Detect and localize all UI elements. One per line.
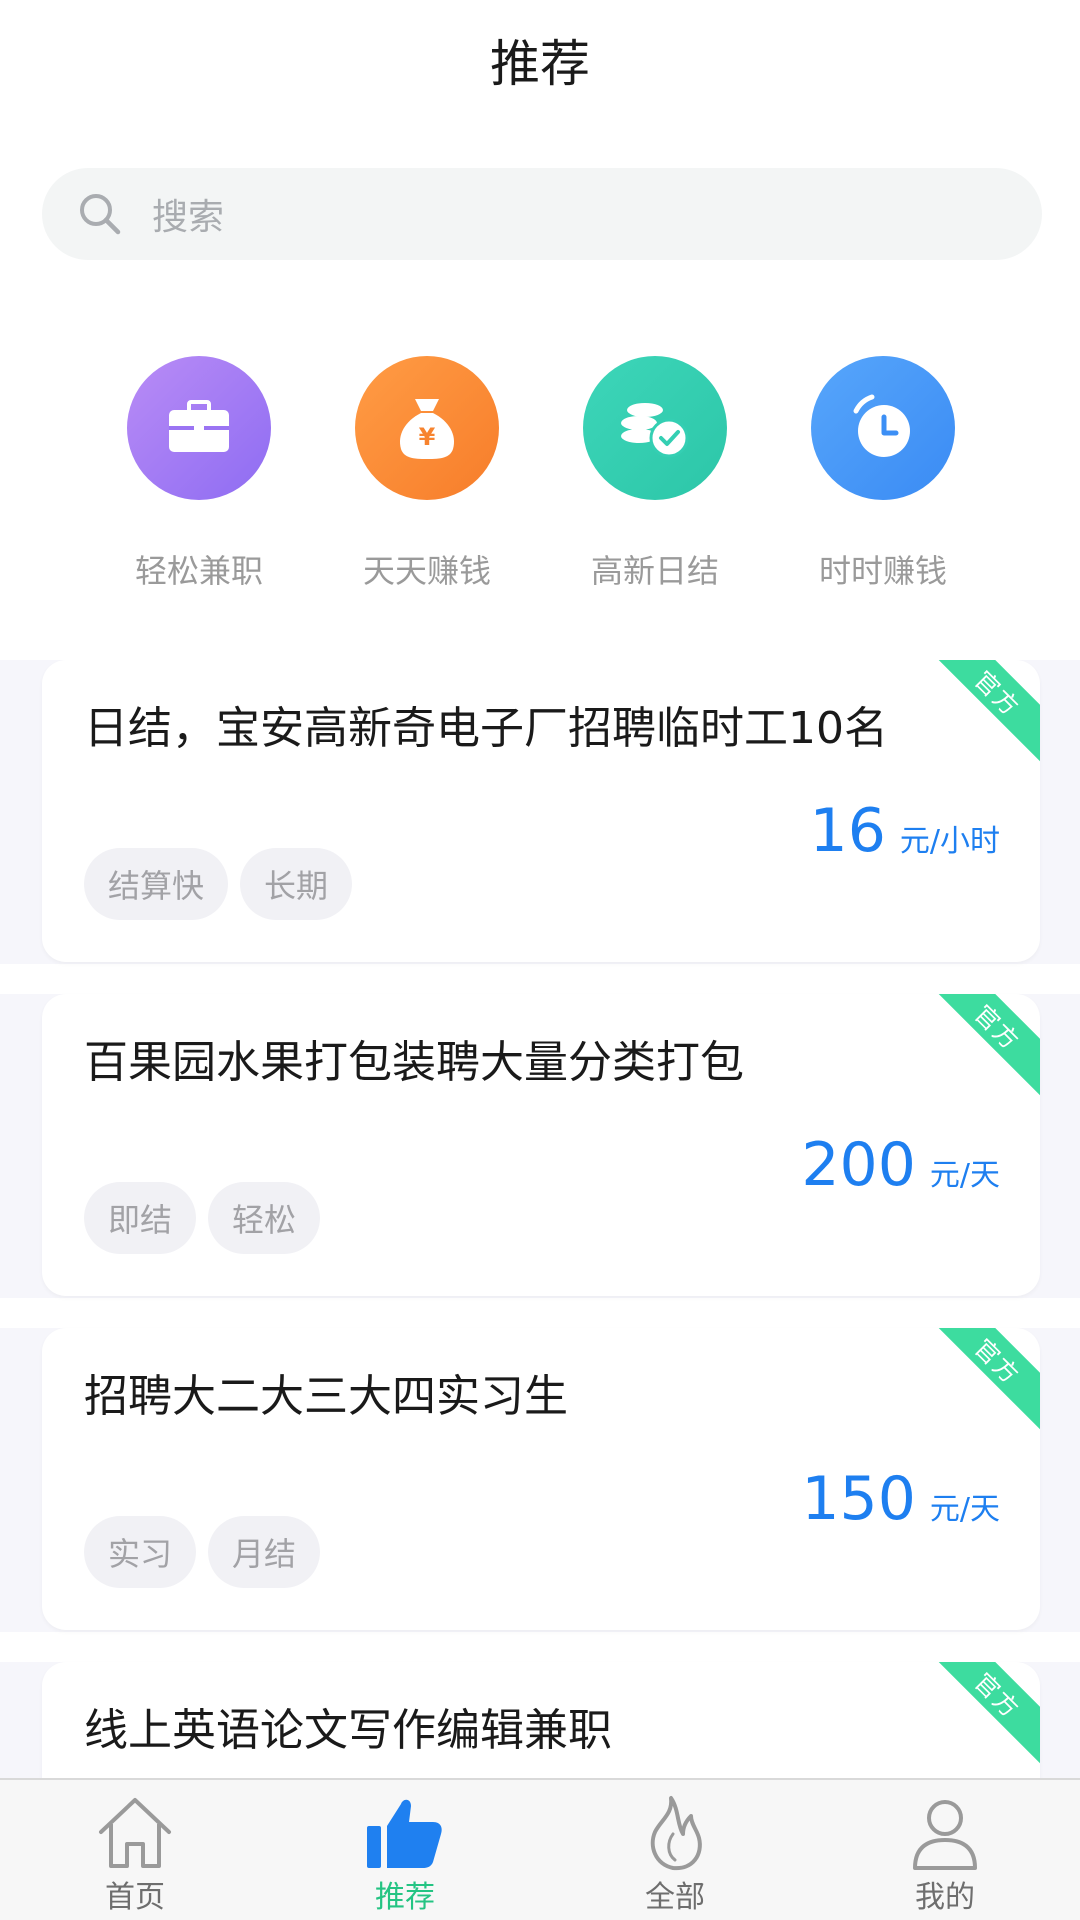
tab-bar: 首页 推荐 全部 我的 bbox=[0, 1778, 1080, 1920]
job-title: 招聘大二大三大四实习生 bbox=[84, 1371, 568, 1422]
tab-label: 推荐 bbox=[375, 1880, 435, 1915]
tab-label: 我的 bbox=[915, 1880, 975, 1915]
job-pay: 150 元/天 bbox=[801, 1464, 1000, 1534]
job-card[interactable]: 招聘大二大三大四实习生 150 元/天 实习 月结 官方 bbox=[42, 1328, 1040, 1630]
flame-icon bbox=[650, 1796, 702, 1871]
money-bag-icon: ¥ bbox=[355, 356, 499, 500]
pay-unit: 元/小时 bbox=[899, 824, 1000, 859]
job-tag: 长期 bbox=[240, 848, 353, 920]
header: 推荐 bbox=[0, 0, 1080, 120]
job-title: 线上英语论文写作编辑兼职 bbox=[84, 1705, 612, 1756]
job-pay: 200 元/天 bbox=[801, 1130, 1000, 1200]
job-card[interactable]: 百果园水果打包装聘大量分类打包 200 元/天 即结 轻松 官方 bbox=[42, 994, 1040, 1296]
tab-label: 首页 bbox=[105, 1880, 165, 1915]
job-row: 日结，宝安高新奇电子厂招聘临时工10名 16 元/小时 结算快 长期 官方 bbox=[0, 660, 1080, 964]
official-badge: 官方 bbox=[924, 1662, 1040, 1769]
category-part-time[interactable]: 轻松兼职 bbox=[99, 356, 299, 592]
page-title: 推荐 bbox=[490, 35, 590, 93]
job-tag: 轻松 bbox=[208, 1182, 321, 1254]
job-tags: 实习 月结 bbox=[84, 1516, 321, 1588]
tab-mine[interactable]: 我的 bbox=[810, 1780, 1080, 1920]
category-label: 高新日结 bbox=[590, 552, 719, 590]
search-icon bbox=[80, 194, 121, 235]
pay-amount: 200 bbox=[801, 1130, 916, 1200]
job-tags: 结算快 长期 bbox=[84, 848, 353, 920]
category-daily-money[interactable]: ¥ 天天赚钱 bbox=[327, 356, 527, 592]
category-hourly-money[interactable]: 时时赚钱 bbox=[783, 356, 983, 592]
job-card[interactable]: 日结，宝安高新奇电子厂招聘临时工10名 16 元/小时 结算快 长期 官方 bbox=[42, 660, 1040, 962]
job-title: 日结，宝安高新奇电子厂招聘临时工10名 bbox=[84, 703, 888, 754]
tab-label: 全部 bbox=[645, 1880, 705, 1915]
category-label: 轻松兼职 bbox=[134, 552, 263, 590]
category-row: 轻松兼职 ¥ 天天赚钱 高新日结 时时赚钱 bbox=[0, 356, 1080, 596]
category-label: 天天赚钱 bbox=[362, 552, 491, 590]
pay-unit: 元/天 bbox=[929, 1492, 1000, 1527]
home-icon bbox=[99, 1798, 171, 1868]
job-row: 百果园水果打包装聘大量分类打包 200 元/天 即结 轻松 官方 bbox=[0, 994, 1080, 1298]
job-title: 百果园水果打包装聘大量分类打包 bbox=[84, 1037, 744, 1088]
job-tag: 结算快 bbox=[84, 848, 229, 920]
pay-unit: 元/天 bbox=[929, 1158, 1000, 1193]
category-daily-settlement[interactable]: 高新日结 bbox=[555, 356, 755, 592]
job-tag: 即结 bbox=[84, 1182, 197, 1254]
job-tag: 月结 bbox=[208, 1516, 321, 1588]
thumbs-up-icon bbox=[367, 1799, 442, 1868]
job-pay: 16 元/小时 bbox=[810, 796, 1000, 866]
briefcase-icon bbox=[127, 356, 271, 500]
search-bar[interactable]: 搜索 bbox=[42, 168, 1042, 260]
pay-amount: 16 bbox=[809, 796, 886, 866]
clock-icon bbox=[811, 356, 955, 500]
job-row: 线上英语论文写作编辑兼职 官方 bbox=[0, 1662, 1080, 1778]
pay-amount: 150 bbox=[801, 1464, 916, 1534]
svg-text:¥: ¥ bbox=[419, 423, 436, 451]
official-badge: 官方 bbox=[924, 660, 1040, 767]
job-tag: 实习 bbox=[84, 1516, 197, 1588]
person-icon bbox=[913, 1800, 977, 1870]
official-badge: 官方 bbox=[924, 994, 1040, 1101]
coins-icon bbox=[583, 356, 727, 500]
tab-home[interactable]: 首页 bbox=[0, 1780, 270, 1920]
job-tags: 即结 轻松 bbox=[84, 1182, 321, 1254]
job-row: 招聘大二大三大四实习生 150 元/天 实习 月结 官方 bbox=[0, 1328, 1080, 1632]
tab-recommend[interactable]: 推荐 bbox=[270, 1780, 540, 1920]
job-list: 日结，宝安高新奇电子厂招聘临时工10名 16 元/小时 结算快 长期 官方 百果… bbox=[0, 660, 1080, 1778]
official-badge: 官方 bbox=[924, 1328, 1040, 1435]
job-card[interactable]: 线上英语论文写作编辑兼职 官方 bbox=[42, 1662, 1040, 1778]
search-input[interactable]: 搜索 bbox=[152, 188, 224, 240]
category-label: 时时赚钱 bbox=[818, 552, 947, 590]
tab-all[interactable]: 全部 bbox=[540, 1780, 810, 1920]
